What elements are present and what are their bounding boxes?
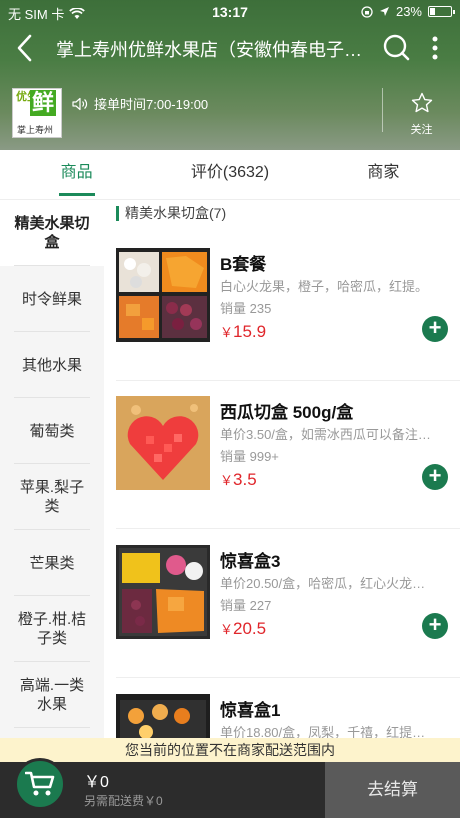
product-name: 惊喜盒1 — [220, 701, 281, 720]
category-item-fruit-box[interactable]: 精美水果切盒 — [0, 200, 104, 266]
category-item-premium[interactable]: 高端.一类水果 — [0, 662, 104, 728]
star-icon — [411, 92, 432, 113]
product-sales: 销量 227 — [220, 598, 272, 613]
category-item-grapes[interactable]: 葡萄类 — [0, 398, 104, 464]
category-item-other[interactable]: 其他水果 — [0, 332, 104, 398]
product-desc: 单价3.50/盒，如需冰西瓜可以备注… — [220, 427, 431, 442]
product-price: ￥3.5 — [220, 470, 257, 489]
location-icon — [379, 7, 389, 16]
product-list: 精美水果切盒(7) B套餐 白心火龙果，橙子，哈密瓜，红提。 销量 235 ￥1… — [104, 200, 460, 738]
hours-text: 接单时间7:00-19:00 — [94, 97, 209, 112]
cart-total: ￥0 — [84, 774, 109, 791]
orientation-lock-icon — [361, 5, 373, 18]
business-hours: 接单时间7:00-19:00 — [72, 94, 208, 113]
speaker-icon — [72, 97, 88, 110]
delivery-fee: 另需配送费￥0 — [84, 794, 163, 808]
product-item[interactable]: 惊喜盒1 单价18.80/盒，凤梨，千禧，红提… — [104, 694, 460, 738]
divider — [116, 677, 460, 678]
add-to-cart-button[interactable]: + — [422, 464, 448, 490]
divider — [116, 380, 460, 381]
product-sales: 销量 999+ — [220, 449, 279, 464]
cart-icon — [25, 771, 55, 796]
category-item-mangoes[interactable]: 芒果类 — [0, 530, 104, 596]
status-bar: 无 SIM 卡 13:17 23% — [0, 0, 460, 24]
product-image[interactable] — [116, 545, 210, 639]
product-item[interactable]: 惊喜盒3 单价20.50/盒，哈密瓜，红心火龙… 销量 227 ￥20.5 + — [104, 545, 460, 693]
product-desc: 单价18.80/盒，凤梨，千禧，红提… — [220, 725, 426, 738]
product-image[interactable] — [116, 396, 210, 490]
category-item-seasonal[interactable]: 时令鲜果 — [0, 266, 104, 332]
category-item-apples-pears[interactable]: 苹果.梨子类 — [0, 464, 104, 530]
product-name: 惊喜盒3 — [220, 552, 281, 571]
tab-reviews[interactable]: 评价(3632) — [153, 150, 306, 199]
more-icon[interactable] — [425, 32, 445, 64]
product-item[interactable]: B套餐 白心火龙果，橙子，哈密瓜，红提。 销量 235 ￥15.9 + — [104, 248, 460, 396]
product-price: ￥20.5 — [220, 619, 267, 638]
category-sidebar: 精美水果切盒 时令鲜果 其他水果 葡萄类 苹果.梨子类 芒果类 橙子.柑.桔子类… — [0, 200, 104, 738]
section-title: 精美水果切盒(7) — [116, 206, 226, 221]
tab-products[interactable]: 商品 — [0, 150, 153, 199]
product-price: ￥15.9 — [220, 322, 267, 341]
add-to-cart-button[interactable]: + — [422, 613, 448, 639]
back-icon[interactable] — [10, 32, 40, 64]
product-image[interactable] — [116, 694, 210, 738]
search-icon[interactable] — [380, 32, 412, 64]
product-name: B套餐 — [220, 255, 267, 274]
delivery-notice: 您当前的位置不在商家配送范围内 — [0, 738, 460, 762]
cart-bar: ￥0 另需配送费￥0 去结算 — [0, 758, 460, 818]
cart-button[interactable] — [14, 758, 66, 810]
battery-percent: 23% — [395, 4, 422, 19]
divider — [116, 528, 460, 529]
product-desc: 白心火龙果，橙子，哈密瓜，红提。 — [220, 279, 429, 294]
product-desc: 单价20.50/盒，哈密瓜，红心火龙… — [220, 576, 426, 591]
product-item[interactable]: 西瓜切盒 500g/盒 单价3.50/盒，如需冰西瓜可以备注… 销量 999+ … — [104, 396, 460, 544]
navbar: 掌上寿州优鲜水果店（安徽仲春电子商务有限公司） — [0, 26, 460, 70]
checkout-button[interactable]: 去结算 — [325, 762, 460, 818]
add-to-cart-button[interactable]: + — [422, 316, 448, 342]
tab-merchant[interactable]: 商家 — [307, 150, 460, 199]
shop-logo: 优生 鲜 掌上寿州 — [12, 88, 62, 138]
shop-header: 无 SIM 卡 13:17 23% 掌上寿州优鲜水果店（安徽仲春电子商务有限公司… — [0, 0, 460, 150]
product-name: 西瓜切盒 500g/盒 — [220, 403, 354, 422]
battery-icon — [428, 6, 455, 17]
page-title: 掌上寿州优鲜水果店（安徽仲春电子商务有限公司） — [56, 40, 371, 60]
favorite-button[interactable]: 关注 — [382, 88, 460, 136]
product-image[interactable] — [116, 248, 210, 342]
favorite-label: 关注 — [410, 124, 433, 136]
product-sales: 销量 235 — [220, 301, 272, 316]
category-item-oranges[interactable]: 橙子.柑.桔子类 — [0, 596, 104, 662]
tab-bar: 商品 评价(3632) 商家 — [0, 150, 460, 200]
